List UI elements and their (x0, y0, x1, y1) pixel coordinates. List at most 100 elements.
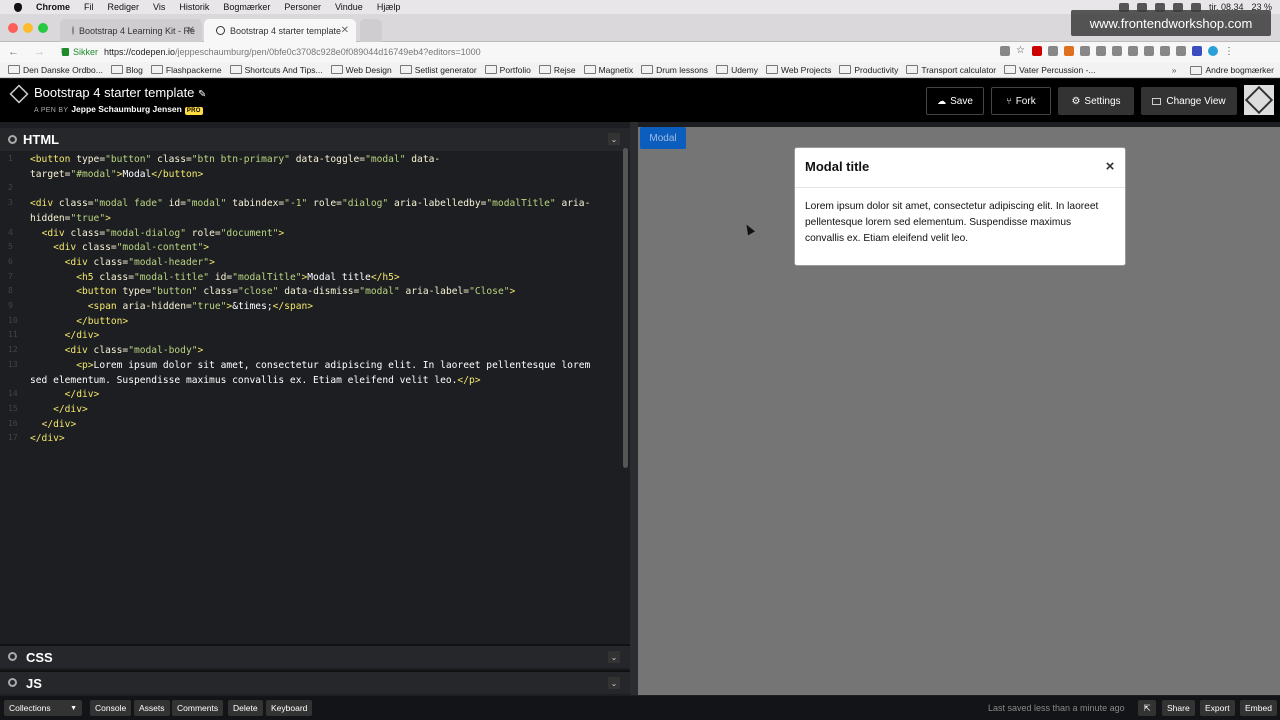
opera-icon[interactable] (1032, 46, 1042, 56)
close-window-button[interactable] (8, 23, 18, 33)
console-button[interactable]: Console (90, 700, 132, 716)
new-tab-button[interactable] (360, 19, 382, 42)
code-line[interactable]: </div> (30, 433, 65, 444)
gear-icon[interactable] (8, 652, 17, 661)
pen-author[interactable]: Jeppe Schaumburg Jensen (71, 104, 182, 114)
chevron-down-icon[interactable]: ⌄ (608, 133, 620, 145)
resize-splitter[interactable] (630, 122, 638, 695)
modal-button[interactable]: Modal (640, 127, 686, 149)
tab-learning-kit[interactable]: Bootstrap 4 Learning Kit - Re ✕ (60, 19, 202, 42)
embed-button[interactable]: Embed (1240, 700, 1277, 716)
menu-bogmaerker[interactable]: Bogmærker (223, 2, 270, 12)
code-line[interactable]: <span aria-hidden="true">&times;</span> (30, 301, 313, 312)
menu-icon[interactable]: ⋮ (1224, 46, 1234, 57)
star-icon[interactable]: ☆ (1016, 46, 1026, 56)
bookmark-item[interactable]: Drum lessons (641, 65, 708, 75)
bookmark-item[interactable]: Magnetix (584, 65, 634, 75)
menu-vindue[interactable]: Vindue (335, 2, 363, 12)
export-button[interactable]: Export (1200, 700, 1235, 716)
code-line[interactable]: <div class="modal-content"> (30, 242, 209, 253)
extension-icon[interactable] (1144, 46, 1154, 56)
editor-scrollbar[interactable] (623, 148, 628, 468)
code-line[interactable]: <button type="button" class="close" data… (30, 286, 515, 297)
bookmark-item[interactable]: Portfolio (485, 65, 531, 75)
close-icon[interactable]: × (1104, 159, 1116, 174)
bookmark-item[interactable]: Shortcuts And Tips... (230, 65, 323, 75)
bookmark-item[interactable]: Rejse (539, 65, 576, 75)
bookmark-item[interactable]: Transport calculator (906, 65, 996, 75)
menu-rediger[interactable]: Rediger (108, 2, 140, 12)
extension-icon[interactable] (1080, 46, 1090, 56)
menu-hjaelp[interactable]: Hjælp (377, 2, 401, 12)
translate-icon[interactable] (1000, 46, 1010, 56)
close-icon[interactable]: ✕ (341, 25, 349, 36)
settings-button[interactable]: ⚙ Settings (1058, 87, 1134, 115)
extension-icon[interactable] (1160, 46, 1170, 56)
code-line[interactable]: sed elementum. Suspendisse maximus conva… (30, 375, 481, 386)
code-line[interactable]: <h5 class="modal-title" id="modalTitle">… (30, 272, 400, 283)
other-bookmarks[interactable]: » Andre bogmærker (1172, 62, 1274, 77)
chevron-down-icon[interactable]: ⌄ (608, 651, 620, 663)
code-line[interactable]: <div class="modal fade" id="modal" tabin… (30, 198, 590, 209)
bookmark-item[interactable]: Web Projects (766, 65, 831, 75)
forward-icon[interactable]: → (34, 46, 45, 58)
bookmark-item[interactable]: Den Danske Ordbo... (8, 65, 103, 75)
gear-icon[interactable] (8, 678, 17, 687)
back-icon[interactable]: ← (8, 46, 19, 58)
share-button[interactable]: Share (1162, 700, 1195, 716)
bookmark-item[interactable]: Productivity (839, 65, 898, 75)
url-field[interactable]: Sikker https://codepen.io/jeppeschaumbur… (62, 44, 1032, 60)
fork-button[interactable]: ⑂ Fork (991, 87, 1051, 115)
tab-starter-template[interactable]: Bootstrap 4 starter template ✕ (204, 19, 356, 42)
bookmark-item[interactable]: Setlist generator (400, 65, 477, 75)
maximize-window-button[interactable] (38, 23, 48, 33)
code-line[interactable]: hidden="true"> (30, 213, 111, 224)
menu-historik[interactable]: Historik (179, 2, 209, 12)
extension-icon[interactable] (1192, 46, 1202, 56)
external-link-icon[interactable]: ⇱ (1138, 700, 1156, 716)
code-line[interactable]: </button> (30, 316, 128, 327)
code-line[interactable]: target="#modal">Modal</button> (30, 169, 203, 180)
codepen-logo-icon[interactable] (9, 84, 29, 104)
chevron-right-icon[interactable]: » (1172, 65, 1177, 75)
pocket-icon[interactable] (1048, 46, 1058, 56)
keyboard-button[interactable]: Keyboard (266, 700, 313, 716)
assets-button[interactable]: Assets (134, 700, 170, 716)
code-line[interactable]: </div> (30, 389, 100, 400)
bookmark-item[interactable]: Vater Percussion -... (1004, 65, 1095, 75)
code-line[interactable]: <div class="modal-header"> (30, 257, 215, 268)
collections-dropdown[interactable]: Collections ▼ (4, 700, 82, 716)
comments-button[interactable]: Comments (172, 700, 224, 716)
code-line[interactable]: <div class="modal-body"> (30, 345, 204, 356)
delete-button[interactable]: Delete (228, 700, 263, 716)
bookmark-item[interactable]: Web Design (331, 65, 392, 75)
save-button[interactable]: ☁ Save (926, 87, 984, 115)
menu-fil[interactable]: Fil (84, 2, 94, 12)
extension-icon[interactable] (1128, 46, 1138, 56)
extension-icon[interactable] (1208, 46, 1218, 56)
extension-icon[interactable] (1064, 46, 1074, 56)
avatar[interactable] (1244, 85, 1274, 115)
change-view-button[interactable]: Change View (1141, 87, 1237, 115)
code-line[interactable]: <p>Lorem ipsum dolor sit amet, consectet… (30, 360, 590, 371)
chevron-down-icon[interactable]: ⌄ (608, 677, 620, 689)
camera-icon[interactable] (1112, 46, 1122, 56)
bookmark-item[interactable]: Blog (111, 65, 143, 75)
menu-vis[interactable]: Vis (153, 2, 165, 12)
css-editor-panel[interactable]: CSS ⌄ (0, 644, 630, 668)
apple-icon[interactable] (14, 2, 22, 12)
code-line[interactable]: </div> (30, 404, 88, 415)
menu-personer[interactable]: Personer (284, 2, 321, 12)
extension-icon[interactable] (1096, 46, 1106, 56)
bookmark-item[interactable]: Udemy (716, 65, 758, 75)
code-line[interactable]: <button type="button" class="btn btn-pri… (30, 154, 440, 165)
menu-chrome[interactable]: Chrome (36, 2, 70, 12)
code-line[interactable]: </div> (30, 330, 100, 341)
gear-icon[interactable] (8, 135, 17, 144)
edit-pencil-icon[interactable]: ✎ (198, 89, 206, 100)
minimize-window-button[interactable] (23, 23, 33, 33)
pen-title[interactable]: Bootstrap 4 starter template ✎ (34, 85, 206, 100)
extension-icon[interactable] (1176, 46, 1186, 56)
code-line[interactable]: </div> (30, 419, 77, 430)
bookmark-item[interactable]: Flashpackerne (151, 65, 222, 75)
